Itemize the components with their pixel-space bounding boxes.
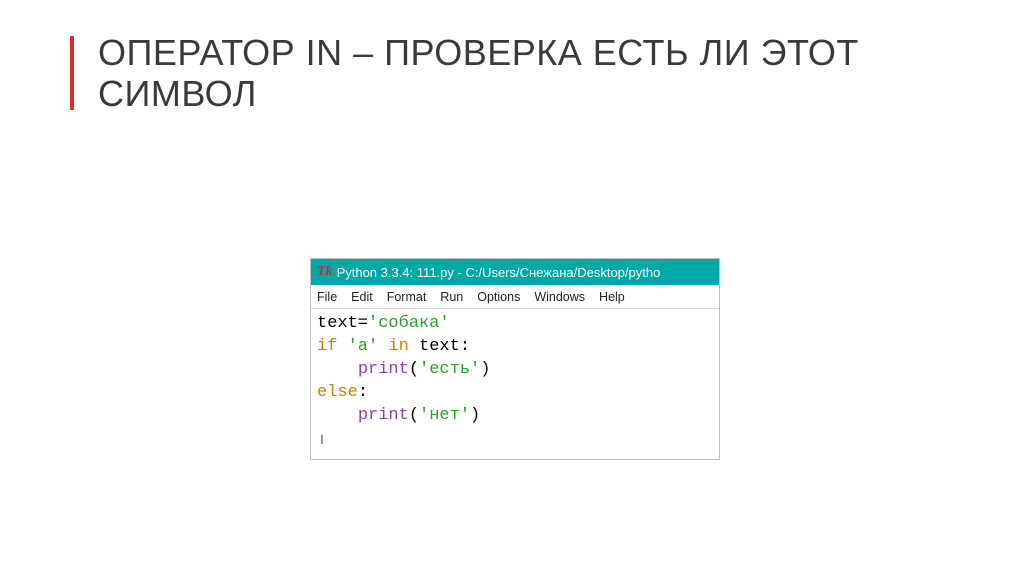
code-builtin: print [358, 406, 409, 425]
window-title: Python 3.3.4: 111.py - C:/Users/Снежана/… [337, 265, 661, 280]
code-string: 'а' [348, 337, 379, 356]
menu-format[interactable]: Format [387, 290, 427, 304]
menubar: File Edit Format Run Options Windows Hel… [311, 285, 719, 309]
menu-windows[interactable]: Windows [534, 290, 585, 304]
code-indent [317, 360, 358, 379]
menu-file[interactable]: File [317, 290, 337, 304]
code-string: 'есть' [419, 360, 480, 379]
menu-edit[interactable]: Edit [351, 290, 373, 304]
editor-window: Tk Python 3.3.4: 111.py - C:/Users/Снежа… [310, 258, 720, 460]
code-paren: ) [480, 360, 490, 379]
code-string: 'собака' [368, 314, 450, 333]
slide-heading: ОПЕРАТОР IN – ПРОВЕРКА ЕСТЬ ЛИ ЭТОТ СИМВ… [98, 32, 984, 115]
app-icon: Tk [317, 264, 333, 280]
code-paren: ( [409, 406, 419, 425]
code-keyword: if [317, 337, 337, 356]
menu-help[interactable]: Help [599, 290, 625, 304]
window-titlebar: Tk Python 3.3.4: 111.py - C:/Users/Снежа… [311, 259, 719, 285]
code-text: text: [409, 337, 470, 356]
menu-run[interactable]: Run [440, 290, 463, 304]
code-editor[interactable]: text='собака' if 'а' in text: print('ест… [311, 309, 719, 459]
code-paren: ) [470, 406, 480, 425]
code-paren: ( [409, 360, 419, 379]
code-colon: : [358, 383, 368, 402]
slide-title-block: ОПЕРАТОР IN – ПРОВЕРКА ЕСТЬ ЛИ ЭТОТ СИМВ… [70, 32, 984, 115]
cursor-indicator: | [317, 435, 325, 446]
code-indent [317, 406, 358, 425]
menu-options[interactable]: Options [477, 290, 520, 304]
code-keyword: in [388, 337, 408, 356]
code-string: 'нет' [419, 406, 470, 425]
code-builtin: print [358, 360, 409, 379]
code-keyword: else [317, 383, 358, 402]
accent-bar [70, 36, 74, 110]
code-text: text= [317, 314, 368, 333]
